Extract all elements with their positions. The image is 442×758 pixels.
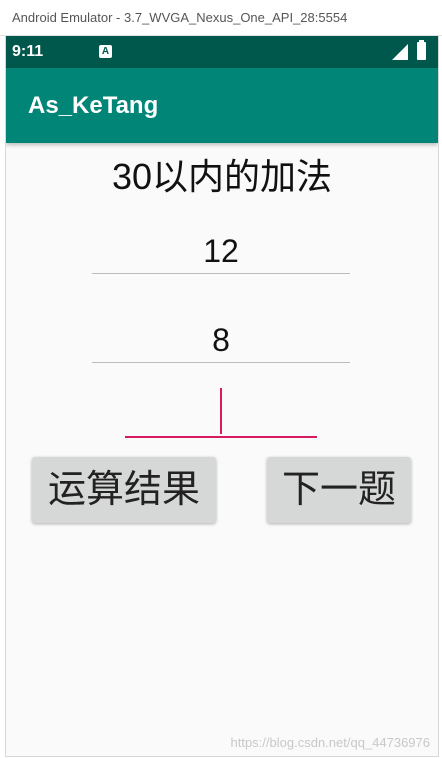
app-title: As_KeTang	[28, 92, 159, 119]
emulator-window-title: Android Emulator - 3.7_WVGA_Nexus_One_AP…	[0, 0, 442, 36]
battery-icon	[417, 40, 426, 60]
answer-input[interactable]	[125, 384, 317, 438]
text-cursor	[220, 388, 222, 434]
watermark: https://blog.csdn.net/qq_44736976	[230, 735, 431, 750]
next-question-button[interactable]: 下一题	[267, 457, 411, 523]
status-time: 9:11	[12, 43, 44, 60]
notification-icon: A	[99, 45, 112, 58]
first-number-field[interactable]: 12	[92, 229, 350, 274]
second-number-field[interactable]: 8	[92, 318, 350, 363]
page-heading: 30以内的加法	[111, 156, 333, 197]
calculate-result-button[interactable]: 运算结果	[32, 457, 216, 523]
app-bar: As_KeTang	[6, 68, 438, 143]
signal-icon	[392, 44, 408, 60]
device-screen: 9:11 A As_KeTang 30以内的加法 12 8 运算结果 下一题 h…	[5, 36, 439, 757]
status-bar: 9:11 A	[6, 36, 438, 68]
